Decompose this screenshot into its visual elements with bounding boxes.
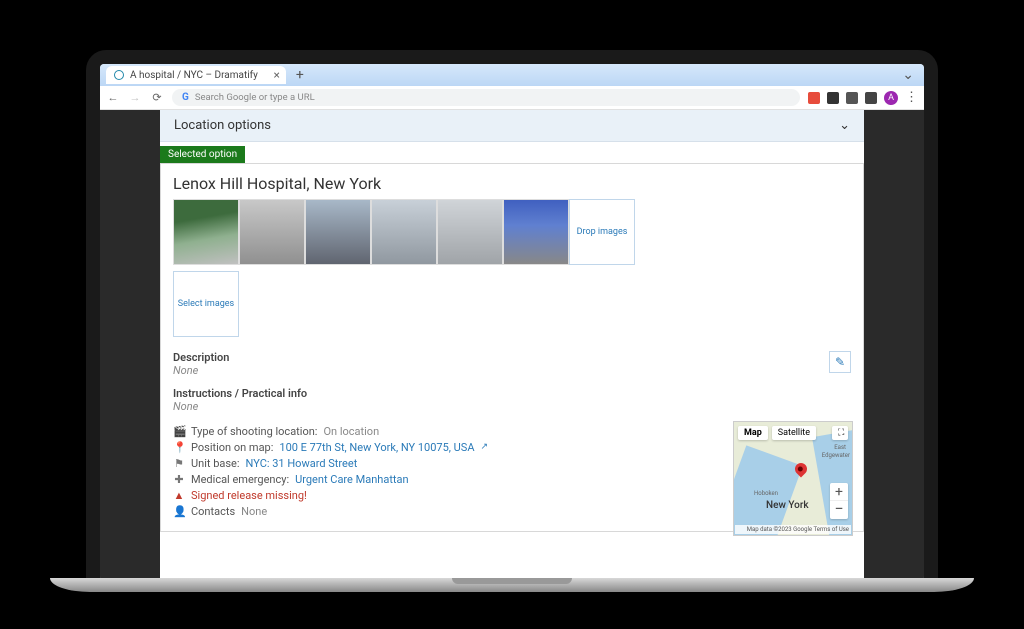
thumbnail-row: Drop images	[173, 199, 851, 265]
meta-position-label: Position on map:	[191, 441, 273, 454]
edit-button[interactable]: ✎	[829, 351, 851, 373]
extension-icon[interactable]	[808, 92, 820, 104]
browser-titlebar: A hospital / NYC – Dramatify × + ⌄	[100, 64, 924, 86]
fullscreen-icon[interactable]: ⛶	[832, 426, 848, 440]
reload-button[interactable]: ⟳	[150, 91, 164, 104]
meta-type-label: Type of shooting location:	[191, 425, 317, 438]
clapboard-icon: 🎬	[173, 425, 185, 438]
extension-puzzle-icon[interactable]	[827, 92, 839, 104]
location-options-label: Location options	[174, 118, 271, 133]
meta-block: 🎬 Type of shooting location: On location…	[173, 423, 851, 519]
meta-position-link[interactable]: 100 E 77th St, New York, NY 10075, USA	[279, 441, 474, 454]
location-options-bar[interactable]: Location options ⌄	[160, 110, 864, 142]
thumbnail-image[interactable]	[305, 199, 371, 265]
description-value: None	[173, 364, 851, 377]
map-label-east: East	[834, 444, 846, 451]
extension-icon[interactable]	[846, 92, 858, 104]
pencil-icon: ✎	[835, 355, 845, 369]
meta-type-value: On location	[323, 425, 379, 438]
back-button[interactable]: ←	[106, 91, 120, 104]
description-label: Description	[173, 351, 851, 364]
map-type-map-button[interactable]: Map	[738, 426, 768, 440]
warning-icon: ▲	[173, 489, 185, 502]
thumbnail-image[interactable]	[503, 199, 569, 265]
map-zoom-controls: + −	[830, 483, 848, 519]
instructions-label: Instructions / Practical info	[173, 387, 851, 400]
favicon-icon	[114, 70, 124, 80]
external-link-icon[interactable]: ↗	[481, 442, 489, 452]
thumbnail-image[interactable]	[371, 199, 437, 265]
laptop-base	[50, 578, 974, 592]
viewport: Location options ⌄ Selected option Lenox…	[100, 110, 924, 580]
map-attribution: Map data ©2023 Google Terms of Use	[735, 525, 851, 534]
google-icon: G	[182, 92, 189, 103]
laptop-notch	[452, 578, 572, 584]
omnibox-placeholder: Search Google or type a URL	[195, 92, 315, 103]
meta-medical-label: Medical emergency:	[191, 473, 289, 486]
zoom-out-button[interactable]: −	[830, 501, 848, 519]
minimize-icon[interactable]: ⌄	[902, 67, 914, 83]
profile-avatar[interactable]: A	[884, 91, 898, 105]
map-label-hoboken: Hoboken	[754, 490, 778, 497]
map-label-edgewater: Edgewater	[822, 452, 850, 459]
map-controls: Map Satellite ⛶	[738, 426, 848, 440]
new-tab-button[interactable]: +	[292, 67, 308, 83]
browser-toolbar: ← → ⟳ G Search Google or type a URL A ⋮	[100, 86, 924, 110]
laptop-frame: A hospital / NYC – Dramatify × + ⌄ ← → ⟳…	[86, 50, 938, 580]
left-gutter	[100, 110, 160, 580]
extension-icon[interactable]	[865, 92, 877, 104]
map-city-label: New York	[766, 500, 809, 511]
right-gutter	[864, 110, 924, 580]
menu-icon[interactable]: ⋮	[905, 90, 918, 105]
thumbnail-image[interactable]	[437, 199, 503, 265]
thumbnail-image[interactable]	[173, 199, 239, 265]
browser-tab[interactable]: A hospital / NYC – Dramatify ×	[106, 66, 286, 84]
close-icon[interactable]: ×	[273, 68, 279, 82]
meta-contacts-value: None	[241, 505, 267, 518]
forward-button[interactable]: →	[128, 91, 142, 104]
meta-unitbase-link[interactable]: NYC: 31 Howard Street	[246, 457, 358, 470]
instructions-value: None	[173, 400, 851, 413]
selected-option-badge: Selected option	[160, 146, 245, 163]
medical-icon: ✚	[173, 473, 185, 486]
chevron-down-icon: ⌄	[839, 118, 850, 133]
pin-icon: 📍	[173, 441, 185, 454]
meta-warning-label: Signed release missing!	[191, 489, 307, 502]
screen: A hospital / NYC – Dramatify × + ⌄ ← → ⟳…	[100, 64, 924, 580]
tab-title: A hospital / NYC – Dramatify	[130, 70, 258, 81]
map[interactable]: East Edgewater Hoboken Map Satellite ⛶ N…	[733, 421, 853, 536]
user-icon: 👤	[173, 505, 185, 518]
meta-unitbase-label: Unit base:	[191, 457, 240, 470]
flag-icon: ⚑	[173, 457, 185, 470]
thumbnail-image[interactable]	[239, 199, 305, 265]
location-title: Lenox Hill Hospital, New York	[173, 174, 851, 193]
meta-contacts-label: Contacts	[191, 505, 235, 518]
meta-medical-link[interactable]: Urgent Care Manhattan	[295, 473, 408, 486]
drop-images-box[interactable]: Drop images	[569, 199, 635, 265]
select-images-box[interactable]: Select images	[173, 271, 239, 337]
content: Location options ⌄ Selected option Lenox…	[160, 110, 864, 580]
map-type-satellite-button[interactable]: Satellite	[772, 426, 816, 440]
omnibox[interactable]: G Search Google or type a URL	[172, 89, 800, 106]
extension-icons: A ⋮	[808, 90, 918, 105]
location-card: Lenox Hill Hospital, New York Drop image…	[160, 163, 864, 532]
